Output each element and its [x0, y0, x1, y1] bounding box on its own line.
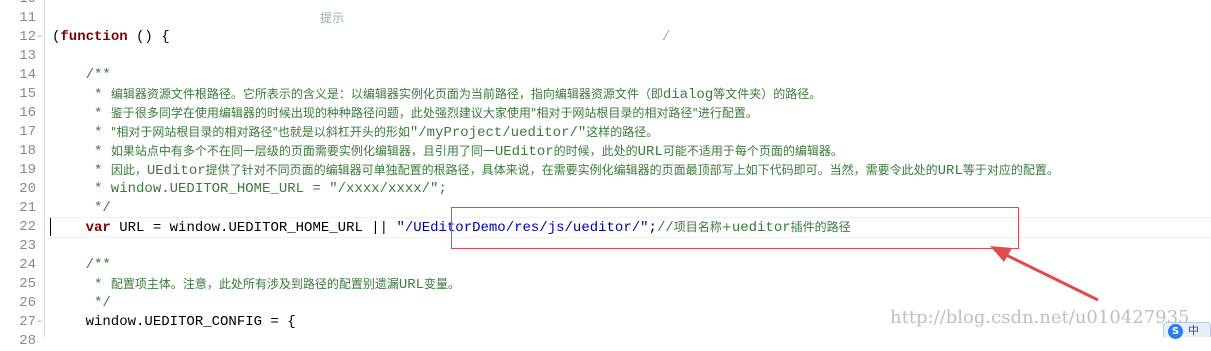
- line-number: 20: [19, 181, 36, 197]
- code-line-26[interactable]: */: [52, 294, 111, 313]
- ime-indicator[interactable]: S 中: [1163, 322, 1211, 339]
- line-number: 18: [19, 143, 36, 159]
- line-number: 21: [19, 200, 36, 216]
- code-line-12[interactable]: (function () {: [52, 28, 170, 47]
- annotation-highlight-box: [451, 207, 1019, 249]
- line-number: 10: [0, 0, 36, 9]
- fold-toggle-icon[interactable]: −: [37, 313, 45, 332]
- code-line-14[interactable]: /**: [52, 66, 111, 85]
- line-number: 17: [19, 124, 36, 140]
- line-number: 24: [19, 257, 36, 273]
- line-number: 22: [19, 219, 36, 235]
- code-line-20[interactable]: * window.UEDITOR_HOME_URL = "/xxxx/xxxx/…: [52, 180, 447, 199]
- code-line-19[interactable]: * 因此，UEditor提供了针对不同页面的编辑器可单独配置的根路径，具体来说，…: [52, 161, 1059, 180]
- line-number: 23: [19, 238, 36, 254]
- line-number: 15: [19, 86, 36, 102]
- line-number-gutter: 101112−131415161718192021222324252627−28: [0, 0, 45, 349]
- text-cursor: [50, 218, 51, 236]
- line-number: 13: [19, 48, 36, 64]
- line-number: 12: [19, 29, 36, 45]
- code-line-18[interactable]: * 如果站点中有多个不在同一层级的页面需要实例化编辑器，且引用了同一UEdito…: [52, 142, 843, 161]
- line-number: 19: [19, 162, 36, 178]
- line-number: 11: [19, 10, 36, 26]
- code-line-10[interactable]: 提示 /: [52, 0, 670, 45]
- code-line-15[interactable]: * 编辑器资源文件根路径。它所表示的含义是：以编辑器实例化页面为当前路径，指向编…: [52, 85, 821, 104]
- code-line-25[interactable]: * 配置项主体。注意，此处所有涉及到路径的配置别遗漏URL变量。: [52, 275, 460, 294]
- code-editor[interactable]: 101112−131415161718192021222324252627−28…: [0, 0, 1211, 349]
- code-line-17[interactable]: * "相对于网站根目录的相对路径"也就是以斜杠开头的形如"/myProject/…: [52, 123, 658, 142]
- code-line-27[interactable]: window.UEDITOR_CONFIG = {: [52, 313, 296, 332]
- line-number: 27: [19, 314, 36, 330]
- watermark: http://blog.csdn.net/u010427935: [890, 307, 1190, 328]
- line-number: 25: [19, 276, 36, 292]
- ime-mode-label: 中: [1188, 324, 1199, 337]
- line-number: 28: [19, 333, 36, 349]
- code-line-21[interactable]: */: [52, 199, 111, 218]
- line-number: 26: [19, 295, 36, 311]
- line-number: 16: [19, 105, 36, 121]
- code-line-16[interactable]: * 鉴于很多同学在使用编辑器的时候出现的种种路径问题，此处强烈建议大家使用"相对…: [52, 104, 758, 123]
- fold-toggle-icon[interactable]: −: [37, 28, 45, 47]
- line-number: 14: [19, 67, 36, 83]
- code-line-24[interactable]: /**: [52, 256, 111, 275]
